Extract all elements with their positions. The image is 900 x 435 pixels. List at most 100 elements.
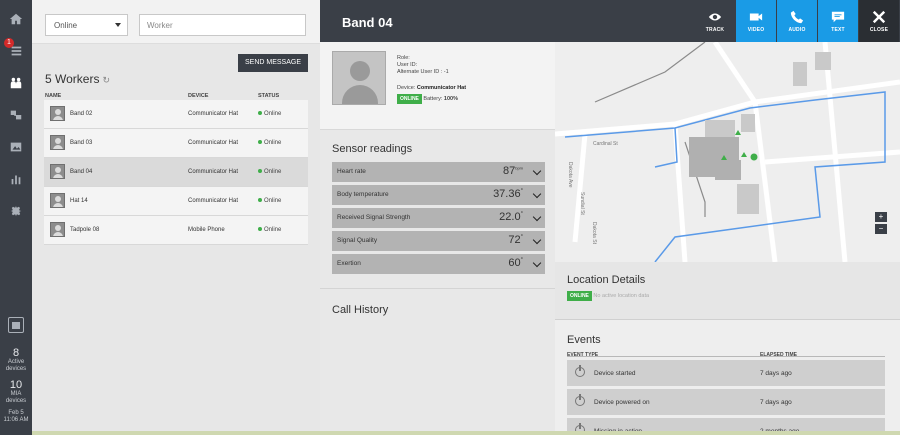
avatar xyxy=(50,193,65,208)
video-button[interactable]: VIDEO xyxy=(736,0,776,42)
street-label: Dakota St xyxy=(591,222,597,245)
map-icon[interactable] xyxy=(0,134,32,160)
refresh-icon[interactable]: ↻ xyxy=(102,75,110,85)
section-title: Sensor readings xyxy=(332,143,413,155)
close-icon xyxy=(872,10,886,24)
map-canvas: Cardinal St Dakota Ave Sundial St Dakota… xyxy=(555,42,900,262)
column-elapsed-time: ELAPSED TIME xyxy=(760,352,797,358)
detail-header: Band 04 TRACK VIDEO AUDIO TEXT CLOSE xyxy=(320,0,900,42)
worker-status: Online xyxy=(258,111,281,117)
chart-icon[interactable] xyxy=(0,166,32,192)
street-label: Dakota Ave xyxy=(567,162,573,188)
sensor-readings: Sensor readings Heart rate 87bpm Body te… xyxy=(320,130,555,288)
gallery-icon[interactable] xyxy=(8,317,24,333)
chevron-down-icon xyxy=(532,212,542,222)
worker-name: Tadpole 08 xyxy=(70,227,100,233)
section-title: Location Details xyxy=(567,274,646,286)
section-title: Call History xyxy=(332,304,389,316)
chat-icon xyxy=(831,11,845,23)
divider xyxy=(567,356,885,357)
status-badge: ONLINE xyxy=(567,291,592,301)
avatar xyxy=(50,164,65,179)
chevron-down-icon xyxy=(532,235,542,245)
gear-icon[interactable] xyxy=(0,198,32,224)
call-history: Call History xyxy=(320,288,555,435)
sensor-row[interactable]: Exertion 60° xyxy=(332,254,545,274)
nav-rail: 1 8 Active devices 10 MIA devices Feb 5 … xyxy=(0,0,32,435)
send-message-button[interactable]: SEND MESSAGE xyxy=(238,54,308,72)
workers-table: Band 02 Communicator Hat Online Band 03 … xyxy=(44,100,308,245)
table-row[interactable]: Tadpole 08 Mobile Phone Online xyxy=(44,216,308,245)
active-devices-stat: 8 Active devices xyxy=(5,347,27,373)
phone-icon xyxy=(790,10,804,24)
workers-icon[interactable] xyxy=(0,70,32,96)
filter-bar: Online Worker xyxy=(32,0,320,44)
worker-name: Band 02 xyxy=(70,111,93,117)
worker-search-input[interactable]: Worker xyxy=(139,14,306,36)
section-title: Events xyxy=(567,334,601,346)
worker-status: Online xyxy=(258,169,281,175)
chevron-down-icon xyxy=(532,166,542,176)
avatar xyxy=(50,106,65,121)
table-row[interactable]: Band 04 Communicator Hat Online xyxy=(44,158,308,187)
worker-name: Band 03 xyxy=(70,140,93,146)
worker-device: Communicator Hat xyxy=(188,140,239,146)
zoom-in-button[interactable]: + xyxy=(875,212,887,222)
worker-status: Online xyxy=(258,198,281,204)
notification-badge: 1 xyxy=(4,38,14,48)
worker-status: Online xyxy=(258,227,281,233)
sensor-row[interactable]: Heart rate 87bpm xyxy=(332,162,545,182)
profile-photo xyxy=(332,51,386,105)
home-icon[interactable] xyxy=(0,6,32,32)
sensor-row[interactable]: Received Signal Strength 22.0° xyxy=(332,208,545,228)
event-row[interactable]: Device started 7 days ago xyxy=(567,360,885,386)
profile-meta: Role: User ID: Alternate User ID : -1 xyxy=(397,55,449,75)
worker-name: Band 04 xyxy=(70,169,93,175)
track-button[interactable]: TRACK xyxy=(695,0,735,42)
location-details: Location Details ONLINE No active locati… xyxy=(555,262,900,320)
audio-button[interactable]: AUDIO xyxy=(777,0,817,42)
page-title: Band 04 xyxy=(342,15,393,30)
text-button[interactable]: TEXT xyxy=(818,0,858,42)
chevron-down-icon xyxy=(532,189,542,199)
profile-status: ONLINE Battery: 100% xyxy=(397,94,458,104)
close-button[interactable]: CLOSE xyxy=(859,0,899,42)
divider xyxy=(32,431,900,435)
sensor-row[interactable]: Body temperature 37.36° xyxy=(332,185,545,205)
column-name[interactable]: NAME xyxy=(45,93,61,99)
table-row[interactable]: Band 02 Communicator Hat Online xyxy=(44,100,308,129)
status-badge: ONLINE xyxy=(397,94,422,104)
column-device[interactable]: DEVICE xyxy=(188,93,208,99)
worker-name: Hat 14 xyxy=(70,198,88,204)
zoom-out-button[interactable]: − xyxy=(875,224,887,234)
street-label: Sundial St xyxy=(579,192,585,215)
avatar xyxy=(50,135,65,150)
worker-device: Communicator Hat xyxy=(188,198,239,204)
power-icon xyxy=(575,365,585,377)
worker-status: Online xyxy=(258,140,281,146)
worker-device: Communicator Hat xyxy=(188,169,239,175)
table-row[interactable]: Band 03 Communicator Hat Online xyxy=(44,129,308,158)
clock: Feb 5 11:06 AM xyxy=(3,410,29,423)
status-filter-select[interactable]: Online xyxy=(45,14,128,36)
location-status: ONLINE No active location data xyxy=(567,291,649,301)
worker-profile: Role: User ID: Alternate User ID : -1 De… xyxy=(320,42,555,130)
column-event-type: EVENT TYPE xyxy=(567,352,599,358)
video-camera-icon xyxy=(749,13,763,21)
worker-device: Communicator Hat xyxy=(188,111,239,117)
chevron-down-icon xyxy=(115,23,121,27)
column-status[interactable]: STATUS xyxy=(258,93,279,99)
eye-icon xyxy=(708,13,722,21)
workers-count: 5 Workers ↻ xyxy=(45,72,111,86)
worker-device: Mobile Phone xyxy=(188,227,225,233)
chevron-down-icon xyxy=(532,258,542,268)
profile-device: Device: Communicator Hat xyxy=(397,85,467,91)
table-row[interactable]: Hat 14 Communicator Hat Online xyxy=(44,187,308,216)
sensor-row[interactable]: Signal Quality 72° xyxy=(332,231,545,251)
event-row[interactable]: Device powered on 7 days ago xyxy=(567,389,885,415)
avatar xyxy=(50,222,65,237)
power-icon xyxy=(575,394,585,406)
street-label: Cardinal St xyxy=(593,141,618,147)
devices-icon[interactable] xyxy=(0,102,32,128)
location-map[interactable]: Cardinal St Dakota Ave Sundial St Dakota… xyxy=(555,42,900,262)
